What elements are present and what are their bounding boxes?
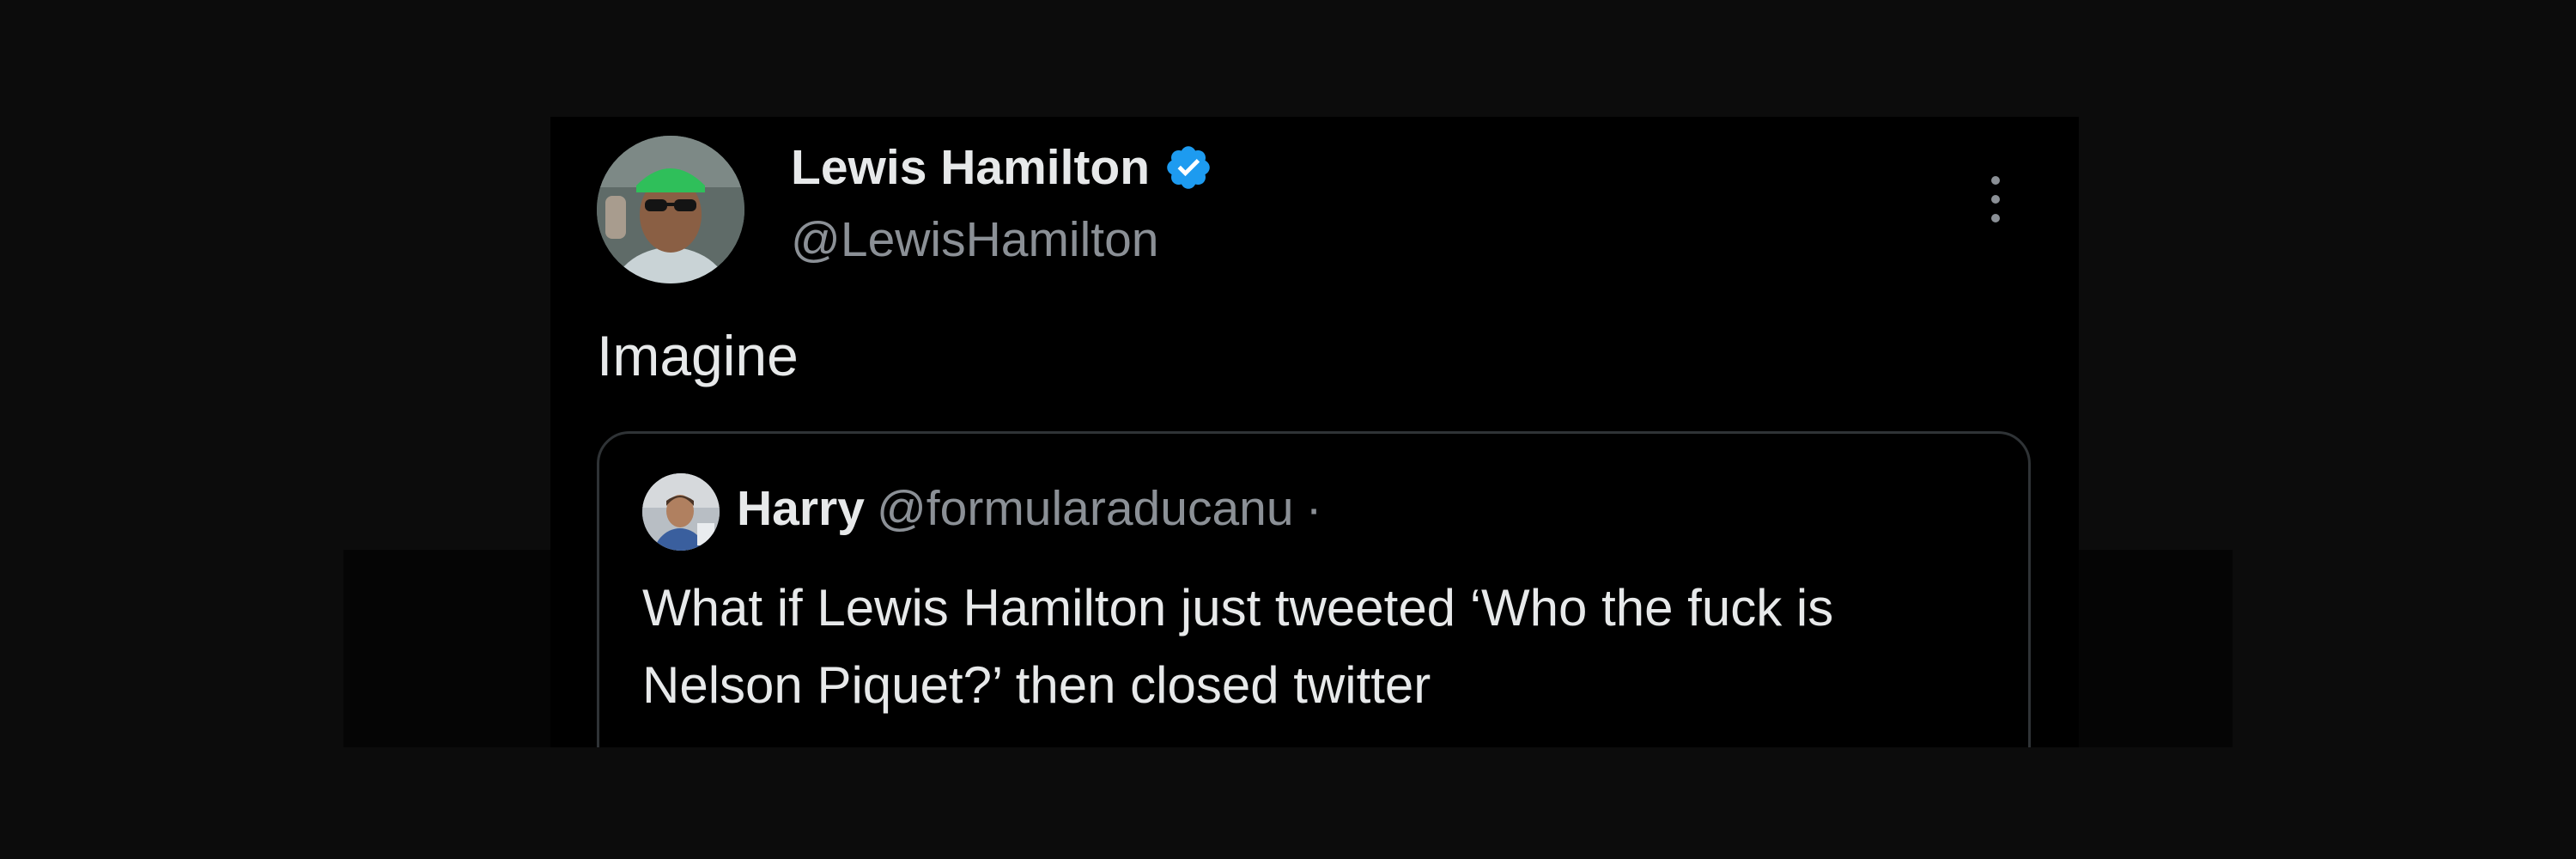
verified-badge-icon[interactable] [1163, 143, 1213, 192]
tweet-text: Imagine [597, 324, 799, 387]
author-handle[interactable]: @LewisHamilton [791, 211, 1159, 268]
quoted-separator: · [1305, 481, 1322, 536]
author-name[interactable]: Lewis Hamilton [791, 139, 1150, 196]
author-avatar[interactable] [597, 136, 744, 283]
quoted-avatar-image [642, 473, 720, 551]
quoted-author-handle[interactable]: @formularaducanu [877, 481, 1294, 536]
quoted-author-avatar[interactable] [642, 473, 720, 551]
tweet-card[interactable]: Lewis Hamilton @LewisHamilton Imagine Ha… [550, 117, 2079, 747]
quoted-header: Harry @formularaducanu · [737, 480, 1322, 537]
quoted-author-name[interactable]: Harry [737, 481, 865, 536]
author-name-row[interactable]: Lewis Hamilton [791, 139, 1213, 196]
more-options-icon[interactable] [1983, 168, 2008, 237]
quoted-tweet[interactable]: Harry @formularaducanu · What if Lewis Ham… [597, 431, 2031, 747]
page-background: Lewis Hamilton @LewisHamilton Imagine Ha… [0, 0, 2576, 859]
avatar-image [597, 136, 744, 283]
quoted-tweet-text: What if Lewis Hamilton just tweeted ‘Who… [642, 579, 1834, 714]
